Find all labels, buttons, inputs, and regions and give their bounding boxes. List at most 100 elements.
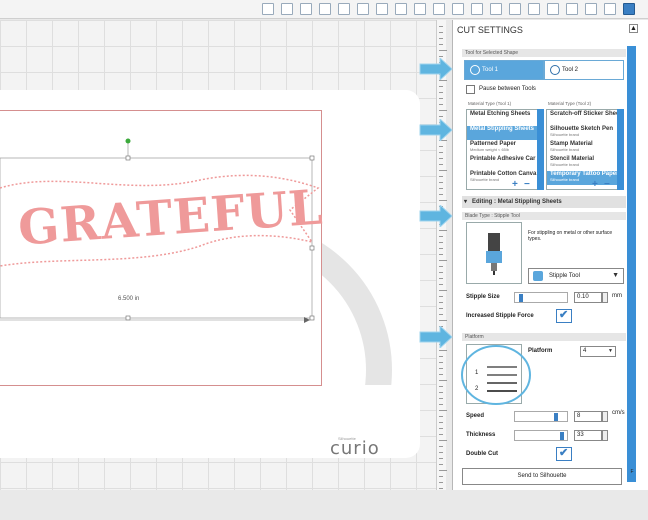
ruler-tick <box>439 296 443 297</box>
platform-select[interactable]: 4 ▼ <box>580 346 616 357</box>
layers-icon[interactable] <box>281 3 293 15</box>
stipple-tool-icon <box>486 233 502 275</box>
ruler-tick <box>439 404 443 405</box>
ruler-tick <box>439 350 447 351</box>
material-list-item[interactable]: Printable Cotton Canva Silhouette brand <box>467 171 543 185</box>
platform-highlight-circle <box>461 345 531 405</box>
send-icon[interactable] <box>566 3 578 15</box>
material-list-item[interactable]: Silhouette Sketch Pen Silhouette brand <box>547 126 623 140</box>
material-list-item[interactable]: Stamp Material Silhouette brand <box>547 141 623 155</box>
resize-handle <box>309 245 315 251</box>
ruler-tick <box>439 236 443 237</box>
page-setup-icon[interactable] <box>300 3 312 15</box>
material-list-item[interactable]: Scratch-off Sticker Sheet <box>547 111 623 125</box>
ruler-tick <box>439 170 447 171</box>
material-list-item[interactable]: Stencil Material Silhouette brand <box>547 156 623 170</box>
slider-thumb[interactable] <box>519 294 524 302</box>
material-list2-scrollbar[interactable] <box>617 109 624 190</box>
double-cut-label: Double Cut <box>466 451 498 457</box>
tab-tool1[interactable]: Tool 1 <box>464 60 544 80</box>
trace-icon[interactable] <box>509 3 521 15</box>
stipple-force-label: Increased Stipple Force <box>466 313 534 319</box>
dropdown-arrow-icon: ▼ <box>608 348 613 354</box>
replicate-icon[interactable] <box>357 3 369 15</box>
ruler-tick <box>439 386 443 387</box>
material-list-item[interactable]: Printable Adhesive Car <box>467 156 543 170</box>
editing-header[interactable]: ▾ Editing : Metal Stippling Sheets <box>462 196 626 208</box>
ruler-tick <box>439 482 443 483</box>
ruler-tick <box>439 38 443 39</box>
material-list-tool1[interactable]: Metal Etching Sheets Metal Stippling Shee… <box>466 109 544 190</box>
slider-thumb[interactable] <box>560 432 565 440</box>
send-to-silhouette-button[interactable]: Send to Silhouette <box>462 468 622 485</box>
speed-input[interactable]: 8 <box>574 411 602 422</box>
ruler-tick <box>439 446 443 447</box>
ruler-tick <box>439 116 443 117</box>
resize-handle <box>125 155 131 161</box>
thickness-spinner[interactable] <box>602 430 608 441</box>
editing-label: Editing : Metal Stippling Sheets <box>472 199 562 205</box>
align-icon[interactable] <box>376 3 388 15</box>
ruler-tick <box>439 56 443 57</box>
thickness-label: Thickness <box>466 432 496 438</box>
stipple-size-spinner[interactable] <box>602 292 608 303</box>
panel-f-icon[interactable]: F <box>628 468 636 476</box>
material-name: Metal Stippling Sheets <box>470 126 535 132</box>
material-list-tool2[interactable]: Scratch-off Sticker Sheet Silhouette Sket… <box>546 109 624 190</box>
stipple-mini-icon <box>533 271 543 281</box>
material-list1-scrollbar[interactable] <box>537 109 544 190</box>
panel-scrollbar[interactable] <box>627 46 636 482</box>
thickness-input[interactable]: 33 <box>574 430 602 441</box>
tab-tool2[interactable]: Tool 2 <box>544 60 624 80</box>
ruler-tick <box>439 374 443 375</box>
panel-scroll-up-icon[interactable]: ▲ <box>629 24 638 33</box>
ruler-tick <box>439 470 447 471</box>
ruler-tick <box>439 182 443 183</box>
settings-icon[interactable] <box>585 3 597 15</box>
ruler-tick <box>439 272 443 273</box>
ruler-tick <box>439 110 447 111</box>
stipple-size-slider[interactable] <box>514 292 568 303</box>
material-list-item[interactable]: Temporary Tattoo Paper Silhouette brand <box>547 171 623 185</box>
speed-slider[interactable] <box>514 411 568 422</box>
ruler-tick <box>439 26 443 27</box>
material-list-item[interactable]: Metal Etching Sheets <box>467 111 543 125</box>
text-icon[interactable] <box>414 3 426 15</box>
design-icon[interactable] <box>623 3 635 15</box>
add-material2-button[interactable]: + <box>592 179 598 190</box>
speed-spinner[interactable] <box>602 411 608 422</box>
transform-icon[interactable] <box>490 3 502 15</box>
pause-checkbox[interactable] <box>466 85 475 94</box>
double-cut-checkbox[interactable]: ✔ <box>556 447 572 461</box>
ruler-tick <box>439 254 443 255</box>
blade-select[interactable]: Stipple Tool ▼ <box>528 268 624 284</box>
remove-material1-button[interactable]: − <box>524 179 530 190</box>
pentagon-icon[interactable] <box>319 3 331 15</box>
grid-icon[interactable] <box>471 3 483 15</box>
stipple-force-checkbox[interactable]: ✔ <box>556 309 572 323</box>
design-canvas[interactable]: GRATEFUL 6.500 in Silhouette curio <box>0 20 436 490</box>
cut-settings-icon[interactable] <box>604 3 616 15</box>
slider-thumb[interactable] <box>553 413 558 421</box>
material-col2-header: Material Type (Tool 2) <box>548 101 592 106</box>
star-icon[interactable] <box>338 3 350 15</box>
material-list-item[interactable]: Patterned Paper Medium weight < 65lb <box>467 141 543 155</box>
select-arrows-icon[interactable] <box>433 3 445 15</box>
resize-handle <box>125 315 131 321</box>
remove-material2-button[interactable]: − <box>604 179 610 190</box>
store-icon[interactable] <box>547 3 559 15</box>
callout-arrow-icon <box>419 119 453 141</box>
ruler-tick <box>439 356 443 357</box>
material-list-item[interactable]: Metal Stippling Sheets <box>467 126 543 140</box>
speed-unit: cm/s <box>612 410 625 416</box>
shape-tool-icon[interactable] <box>262 3 274 15</box>
thickness-slider[interactable] <box>514 430 568 441</box>
design-layer <box>0 138 320 323</box>
offset-icon[interactable] <box>395 3 407 15</box>
stipple-size-input[interactable]: 0.10 <box>574 292 602 303</box>
duplicate-icon[interactable] <box>452 3 464 15</box>
library-icon[interactable] <box>528 3 540 15</box>
add-material1-button[interactable]: + <box>512 179 518 190</box>
stipple-tool-image <box>466 222 522 284</box>
ruler-tick <box>439 248 443 249</box>
